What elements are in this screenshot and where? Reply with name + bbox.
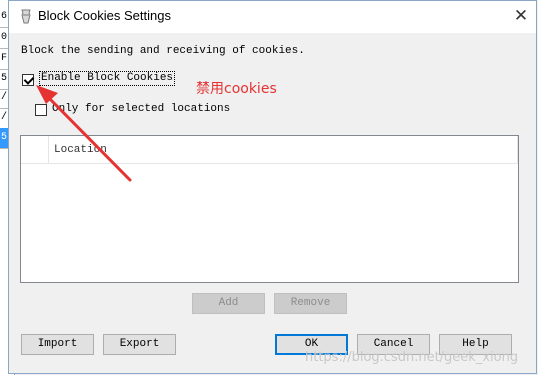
column-header-location[interactable]: Location — [49, 136, 518, 163]
close-button[interactable]: ✕ — [506, 1, 536, 31]
header-selector-column — [21, 136, 49, 163]
title-bar[interactable]: Block Cookies Settings ✕ — [9, 1, 536, 33]
description-text: Block the sending and receiving of cooki… — [21, 45, 305, 57]
import-button[interactable]: Import — [21, 334, 94, 355]
table-header: Location — [21, 136, 518, 164]
export-button[interactable]: Export — [103, 334, 176, 355]
close-icon[interactable]: ✕ — [514, 6, 528, 26]
app-icon — [21, 9, 31, 24]
only-selected-locations-label[interactable]: Only for selected locations — [52, 103, 230, 115]
header-divider — [517, 136, 518, 163]
remove-button[interactable]: Remove — [274, 293, 347, 314]
enable-block-cookies-label[interactable]: Enable Block Cookies — [38, 71, 176, 86]
locations-table[interactable]: Location — [20, 135, 519, 283]
dialog-title: Block Cookies Settings — [38, 8, 171, 23]
add-button[interactable]: Add — [192, 293, 265, 314]
watermark: https://blog.csdn.net/geek_xiong — [305, 350, 519, 365]
block-cookies-dialog: Block Cookies Settings ✕ Block the sendi… — [8, 0, 537, 374]
only-selected-locations-checkbox[interactable] — [35, 104, 47, 116]
annotation-text: 禁用cookies — [196, 81, 277, 97]
enable-block-cookies-checkbox[interactable] — [22, 74, 34, 86]
